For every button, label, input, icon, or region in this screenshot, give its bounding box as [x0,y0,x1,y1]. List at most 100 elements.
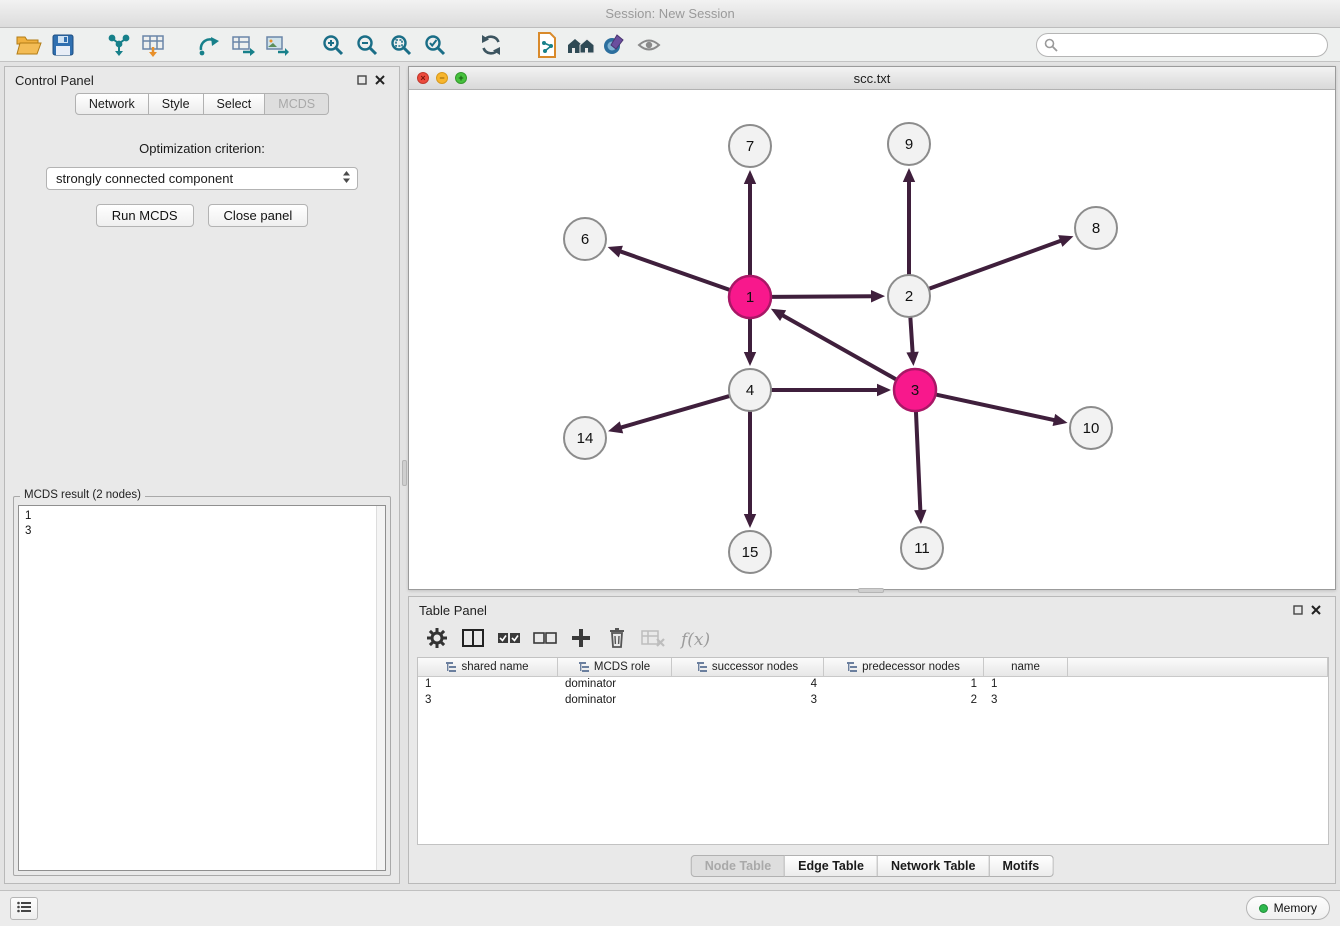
column-header-shared-name[interactable]: shared name [418,658,558,677]
status-menu-button[interactable] [10,897,38,920]
column-header-name[interactable]: name [984,658,1068,677]
export-image-button[interactable] [260,30,294,60]
vertical-splitter-grip[interactable] [402,460,407,486]
table-cell[interactable]: 3 [984,693,1068,709]
tab-select[interactable]: Select [204,93,266,115]
graph-edge-arrowhead [903,168,915,182]
network-window-title: scc.txt [409,71,1335,86]
graph-edge-arrowhead [1053,414,1068,426]
tab-motifs[interactable]: Motifs [989,855,1053,877]
save-session-icon [52,34,74,56]
graph-edge-arrowhead [608,421,623,433]
close-icon[interactable] [371,71,389,89]
add-column-button[interactable] [567,627,595,653]
tab-network-table[interactable]: Network Table [878,855,990,877]
houses-icon [566,33,596,57]
graph-edge-3-10[interactable] [937,395,1056,421]
import-table-button[interactable] [136,30,170,60]
graph-edge-arrowhead [906,352,918,366]
refresh-button[interactable] [474,30,508,60]
tab-network[interactable]: Network [75,93,149,115]
table-cell[interactable]: dominator [558,693,672,709]
graph-edge-3-1[interactable] [781,315,895,380]
table-cell[interactable]: 3 [418,693,558,709]
save-session-button[interactable] [46,30,80,60]
delete-column-button[interactable] [603,627,631,653]
network-file-button[interactable] [530,30,564,60]
table-settings-button[interactable] [423,627,451,653]
select-all-icon [497,631,521,650]
memory-button[interactable]: Memory [1246,896,1330,920]
zoom-in-button[interactable] [316,30,350,60]
network-canvas[interactable]: 7968124314101511 [409,90,1335,589]
graph-edge-arrowhead [744,170,756,184]
deselect-all-icon [533,631,557,650]
column-header-predecessor-nodes[interactable]: predecessor nodes [824,658,984,677]
columns-icon [462,628,484,653]
graph-edge-4-14[interactable] [620,396,729,428]
fx-icon: f(x) [675,630,710,650]
search-icon [1044,38,1058,52]
table-cell[interactable]: 1 [418,677,558,693]
graph-edge-1-2[interactable] [772,296,873,297]
style-wand-button[interactable] [598,30,632,60]
control-panel-tabs: NetworkStyleSelectMCDS [5,93,399,115]
run-mcds-button[interactable]: Run MCDS [96,204,194,227]
add-row-icon [571,628,591,653]
zoom-selected-button[interactable] [418,30,452,60]
graph-node-label: 8 [1092,220,1100,237]
zoom-out-button[interactable] [350,30,384,60]
table-cell[interactable]: 1 [824,677,984,693]
restore-icon[interactable] [1289,601,1307,619]
table-row[interactable]: 1dominator411 [418,677,1328,693]
graph-node-label: 2 [905,288,913,305]
search-input[interactable] [1036,33,1328,57]
table-cell[interactable]: 4 [672,677,824,693]
graph-edge-1-6[interactable] [619,251,729,290]
optimization-criterion-dropdown[interactable]: strongly connected component [46,167,358,190]
column-header-filler [1068,658,1328,677]
deselect-all-button[interactable] [531,627,559,653]
gear-icon [426,627,448,654]
eye-button[interactable] [632,30,666,60]
table-cell[interactable]: 1 [984,677,1068,693]
restore-icon[interactable] [353,71,371,89]
table-panel-tabs: Node TableEdge TableNetwork TableMotifs [691,855,1054,877]
graph-edge-2-8[interactable] [930,240,1062,288]
zoom-fit-button[interactable] [384,30,418,60]
result-scrollbar[interactable] [376,506,385,870]
graph-edge-2-3[interactable] [910,318,912,354]
tab-edge-table[interactable]: Edge Table [785,855,878,877]
table-cell[interactable]: 2 [824,693,984,709]
open-file-button[interactable] [12,30,46,60]
table-cell[interactable]: 3 [672,693,824,709]
delete-row-icon [607,627,627,654]
show-columns-button[interactable] [459,627,487,653]
graph-edge-3-11[interactable] [916,412,920,512]
export-network-icon [197,33,221,57]
tab-mcds[interactable]: MCDS [265,93,329,115]
close-icon[interactable] [1307,601,1325,619]
import-network-button[interactable] [102,30,136,60]
table-toolbar: f(x) [409,623,1335,659]
mcds-result-box: 13 [18,505,386,871]
column-header-successor-nodes[interactable]: successor nodes [672,658,824,677]
table-panel-title: Table Panel [419,603,487,618]
mcds-result-line: 1 [25,509,379,524]
export-table-button[interactable] [226,30,260,60]
select-all-button[interactable] [495,627,523,653]
close-panel-button[interactable]: Close panel [208,204,309,227]
tab-style[interactable]: Style [149,93,204,115]
table-cell[interactable]: dominator [558,677,672,693]
horizontal-splitter-grip[interactable] [858,588,884,593]
zoom-in-icon [321,33,345,57]
column-header-mcds-role[interactable]: MCDS role [558,658,672,677]
export-network-button[interactable] [192,30,226,60]
graph-edge-arrowhead [608,246,623,258]
graph-node-label: 14 [577,430,594,447]
tab-node-table[interactable]: Node Table [691,855,785,877]
zoom-fit-icon [389,33,413,57]
table-row[interactable]: 3dominator323 [418,693,1328,709]
houses-button[interactable] [564,30,598,60]
eye-icon [637,35,661,55]
